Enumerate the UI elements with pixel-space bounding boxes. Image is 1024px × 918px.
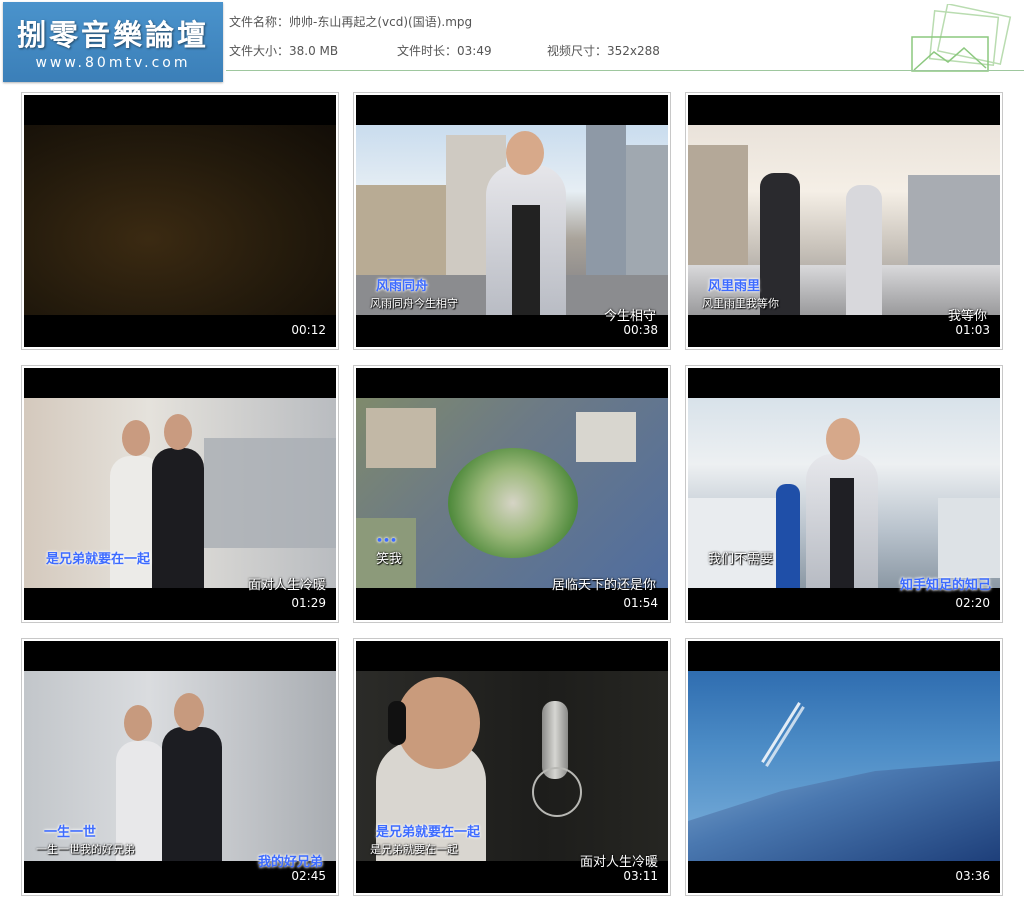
file-size-value: 38.0 MB (289, 44, 339, 58)
site-logo: 捌零音樂論壇 www.80mtv.com (3, 2, 223, 82)
thumbnail-8[interactable]: 是兄弟就要在一起 是兄弟就要在一起 面对人生冷暖 03:11 (353, 638, 671, 896)
duration-row: 文件时长：03:49 (397, 42, 492, 59)
subtitle-highlight: 风雨同舟 (376, 279, 429, 294)
thumbnail-9[interactable]: 03:36 (685, 638, 1003, 896)
timestamp: 03:36 (955, 869, 990, 883)
subtitle-line: 风雨同舟今生相守 (370, 297, 458, 310)
duration-label: 文件时长： (397, 44, 458, 58)
file-size-row: 文件大小：38.0 MB (229, 42, 338, 59)
subtitle-highlight: 知手知足的知己 (900, 578, 992, 593)
subtitle-highlight: 我的好兄弟 (258, 855, 324, 870)
video-frame: ••• 笑我 居临天下的还是你 01:54 (356, 368, 668, 620)
duration-value: 03:49 (457, 44, 492, 58)
man-dark-coat (162, 727, 222, 861)
subtitle-highlight: 风里雨里 (708, 279, 761, 294)
subtitle-line: 是兄弟就要在一起 (370, 843, 458, 856)
header-divider (226, 70, 1024, 71)
thumbnail-2[interactable]: 风雨同舟 风雨同舟今生相守 今生相守 00:38 (353, 92, 671, 350)
subtitle-highlight: 一生一世 (44, 825, 97, 840)
scene-aerial-plaza (356, 398, 668, 588)
video-frame: 是兄弟就要在一起 面对人生冷暖 01:29 (24, 368, 336, 620)
subtitle-line: 面对人生冷暖 (248, 578, 327, 593)
subtitle-highlight: 是兄弟就要在一起 (46, 552, 151, 567)
subtitle-highlight: 是兄弟就要在一起 (376, 825, 481, 840)
subtitle-line: 一生一世我的好兄弟 (36, 843, 135, 856)
timestamp: 01:54 (623, 596, 658, 610)
thumbnail-1[interactable]: 00:12 (21, 92, 339, 350)
subtitle-line: 今生相守 (604, 309, 657, 324)
man-white-jacket (846, 185, 882, 315)
logo-title: 捌零音樂論壇 (16, 18, 209, 52)
picture-stack-icon (911, 4, 1012, 72)
timestamp: 03:11 (623, 869, 658, 883)
subtitle-line: 我们不需要 (708, 552, 774, 567)
thumbnail-6[interactable]: 我们不需要 知手知足的知己 02:20 (685, 365, 1003, 623)
file-name-row: 文件名称：帅帅-东山再起之(vcd)(国语).mpg (229, 13, 472, 30)
file-name-label: 文件名称： (229, 15, 290, 29)
subtitle-line: 我等你 (948, 309, 988, 324)
singer-figure (806, 454, 878, 588)
subtitle-line: 风里雨里我等你 (702, 297, 779, 310)
logo-url: www.80mtv.com (35, 55, 191, 71)
video-frame: 是兄弟就要在一起 是兄弟就要在一起 面对人生冷暖 03:11 (356, 641, 668, 893)
timestamp: 01:29 (291, 596, 326, 610)
video-frame: 风里雨里 风里雨里我等你 我等你 01:03 (688, 95, 1000, 347)
thumbnail-3[interactable]: 风里雨里 风里雨里我等你 我等你 01:03 (685, 92, 1003, 350)
man-dark-coat (760, 173, 800, 315)
timestamp: 02:45 (291, 869, 326, 883)
video-frame: 我们不需要 知手知足的知己 02:20 (688, 368, 1000, 620)
thumbnail-4[interactable]: 是兄弟就要在一起 面对人生冷暖 01:29 (21, 365, 339, 623)
subtitle-line: 笑我 (376, 552, 403, 567)
thumbnail-5[interactable]: ••• 笑我 居临天下的还是你 01:54 (353, 365, 671, 623)
timestamp: 01:03 (955, 323, 990, 337)
video-frame: 00:12 (24, 95, 336, 347)
timestamp: 00:12 (291, 323, 326, 337)
thumbnail-7[interactable]: 一生一世 一生一世我的好兄弟 我的好兄弟 02:45 (21, 638, 339, 896)
dimensions-value: 352x288 (607, 44, 660, 58)
scene-sky-architecture (688, 671, 1000, 861)
video-frame: 风雨同舟 风雨同舟今生相守 今生相守 00:38 (356, 95, 668, 347)
man-dark-coat (152, 448, 204, 588)
timestamp: 00:38 (623, 323, 658, 337)
video-frame: 03:36 (688, 641, 1000, 893)
subtitle-highlight: ••• (376, 534, 398, 547)
singer-figure (486, 165, 566, 315)
file-name-value: 帅帅-东山再起之(vcd)(国语).mpg (289, 15, 473, 29)
file-size-label: 文件大小： (229, 44, 290, 58)
video-frame: 一生一世 一生一世我的好兄弟 我的好兄弟 02:45 (24, 641, 336, 893)
scene-dark (24, 125, 336, 315)
dimensions-label: 视频尺寸： (547, 44, 608, 58)
timestamp: 02:20 (955, 596, 990, 610)
subtitle-line: 居临天下的还是你 (552, 578, 657, 593)
dimensions-row: 视频尺寸：352x288 (547, 42, 660, 59)
subtitle-line: 面对人生冷暖 (580, 855, 659, 870)
file-info-header: 捌零音樂論壇 www.80mtv.com 文件名称：帅帅-东山再起之(vcd)(… (0, 0, 1024, 84)
